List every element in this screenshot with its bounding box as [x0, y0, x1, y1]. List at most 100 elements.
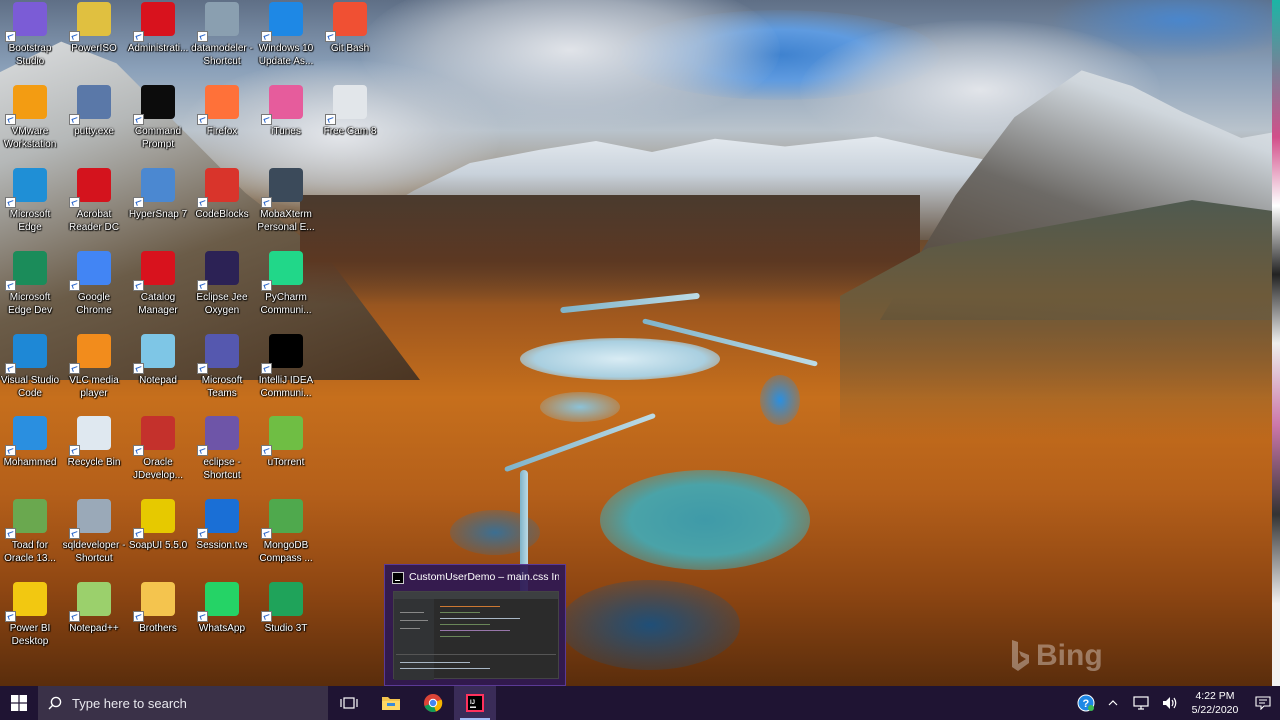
desktop-icon[interactable]: Notepad++ [61, 580, 127, 662]
shortcut-arrow-icon [261, 445, 272, 456]
icon-graphic [141, 168, 175, 202]
desktop-icon[interactable]: Firefox [189, 83, 255, 165]
desktop-icon[interactable]: Session.tvs [189, 497, 255, 579]
icon-graphic [77, 251, 111, 285]
desktop-icon-label: HyperSnap 7 [128, 209, 188, 220]
intellij-taskbar-button[interactable]: IJ [454, 686, 496, 720]
desktop-icon[interactable]: Studio 3T [253, 580, 319, 662]
firefox-icon [197, 85, 239, 125]
desktop-icon[interactable]: uTorrent [253, 414, 319, 496]
volume-tray-button[interactable] [1156, 686, 1184, 720]
icon-graphic [13, 499, 47, 533]
shortcut-arrow-icon [69, 363, 80, 374]
desktop-icon[interactable]: datamodeler - Shortcut [189, 0, 255, 82]
icon-graphic [13, 416, 47, 450]
shortcut-arrow-icon [261, 31, 272, 42]
codeblocks-icon [197, 168, 239, 208]
shortcut-arrow-icon [5, 445, 16, 456]
desktop-icon[interactable]: Notepad [125, 332, 191, 414]
clock[interactable]: 4:22 PM 5/22/2020 [1184, 689, 1246, 717]
icon-graphic [205, 582, 239, 616]
desktop-icon[interactable]: sqldeveloper - Shortcut [61, 497, 127, 579]
desktop-icon[interactable]: Administrati... [125, 0, 191, 82]
desktop-icon[interactable]: Windows 10 Update As... [253, 0, 319, 82]
preview-code-line [440, 612, 480, 613]
desktop-icon[interactable]: Free Cam 8 [317, 83, 383, 165]
action-center-button[interactable] [1246, 686, 1280, 720]
bootstrap-studio-icon [5, 2, 47, 42]
taskbar-window-preview[interactable]: CustomUserDemo – main.css In... [384, 564, 566, 686]
desktop-icon[interactable]: Catalog Manager [125, 249, 191, 331]
desktop-icon-label: Session.tvs [196, 540, 248, 551]
desktop-icon[interactable]: Toad for Oracle 13... [0, 497, 63, 579]
desktop-icon[interactable]: Eclipse Jee Oxygen [189, 249, 255, 331]
lake [520, 338, 720, 380]
desktop-icon[interactable]: Command Prompt [125, 83, 191, 165]
desktop-icon-label: MongoDB Compass ... [259, 540, 313, 564]
desktop-icon[interactable]: MongoDB Compass ... [253, 497, 319, 579]
help-tray-button[interactable]: ? [1072, 686, 1100, 720]
desktop-icon[interactable]: Mohammed [0, 414, 63, 496]
desktop-icon[interactable]: SoapUI 5.5.0 [125, 497, 191, 579]
icon-graphic [13, 334, 47, 368]
desktop-icon[interactable]: WhatsApp [189, 580, 255, 662]
desktop-icon[interactable]: Visual Studio Code [0, 332, 63, 414]
icon-graphic [141, 582, 175, 616]
icon-graphic [333, 2, 367, 36]
file-explorer-button[interactable] [370, 686, 412, 720]
desktop-icon[interactable]: Power BI Desktop [0, 580, 63, 662]
shortcut-arrow-icon [5, 114, 16, 125]
desktop-icon-label: uTorrent [267, 457, 305, 468]
bing-text: Bing [1036, 639, 1103, 672]
desktop-icon[interactable]: iTunes [253, 83, 319, 165]
desktop-icon[interactable]: Microsoft Edge [0, 166, 63, 248]
desktop-icon[interactable]: Oracle JDevelop... [125, 414, 191, 496]
preview-image[interactable] [393, 591, 559, 680]
vscode-icon [5, 334, 47, 374]
file-explorer-icon [382, 697, 400, 710]
desktop-icon[interactable]: Google Chrome [61, 249, 127, 331]
desktop-icon[interactable]: putty.exe [61, 83, 127, 165]
chrome-taskbar-button[interactable] [412, 686, 454, 720]
preview-toolbar [394, 592, 558, 599]
desktop-icon[interactable]: Microsoft Teams [189, 332, 255, 414]
icon-graphic [13, 251, 47, 285]
desktop-icon[interactable]: MobaXterm Personal E... [253, 166, 319, 248]
shortcut-arrow-icon [261, 363, 272, 374]
shortcut-arrow-icon [5, 363, 16, 374]
search-box[interactable]: Type here to search [38, 686, 328, 720]
mountain-slope [300, 195, 920, 305]
show-hidden-icons-button[interactable] [1100, 686, 1126, 720]
preview-tree-line [400, 628, 420, 629]
desktop-icon[interactable]: Microsoft Edge Dev [0, 249, 63, 331]
desktop-icon[interactable]: VLC media player [61, 332, 127, 414]
shortcut-arrow-icon [197, 280, 208, 291]
start-button[interactable] [0, 686, 38, 720]
desktop-icon[interactable]: Recycle Bin [61, 414, 127, 496]
desktop-icon[interactable]: eclipse - Shortcut [189, 414, 255, 496]
soapui-icon [133, 499, 175, 539]
desktop-icon[interactable]: CodeBlocks [189, 166, 255, 248]
network-tray-button[interactable] [1126, 686, 1156, 720]
clock-date: 5/22/2020 [1191, 704, 1239, 716]
desktop-icon[interactable]: IntelliJ IDEA Communi... [253, 332, 319, 414]
acrobat-icon [69, 168, 111, 208]
desktop-icon[interactable]: Bootstrap Studio [0, 0, 63, 82]
desktop-icon[interactable]: HyperSnap 7 [125, 166, 191, 248]
desktop-icon[interactable]: Git Bash [317, 0, 383, 82]
intellij-icon [392, 572, 404, 584]
desktop-icon[interactable]: VMware Workstation [0, 83, 63, 165]
edge-dev-icon [5, 251, 47, 291]
shortcut-arrow-icon [325, 114, 336, 125]
desktop-icon-label: Microsoft Edge Dev [8, 292, 52, 316]
speaker-icon [1163, 697, 1177, 709]
icon-graphic [205, 334, 239, 368]
icon-graphic [141, 499, 175, 533]
desktop-icon[interactable]: PyCharm Communi... [253, 249, 319, 331]
desktop-icon[interactable]: Acrobat Reader DC [61, 166, 127, 248]
git-bash-icon [325, 2, 367, 42]
desktop-icon[interactable]: Brothers [125, 580, 191, 662]
task-view-button[interactable] [328, 686, 370, 720]
desktop-icon[interactable]: PowerISO [61, 0, 127, 82]
desktop-icon-label: Catalog Manager [138, 292, 178, 316]
